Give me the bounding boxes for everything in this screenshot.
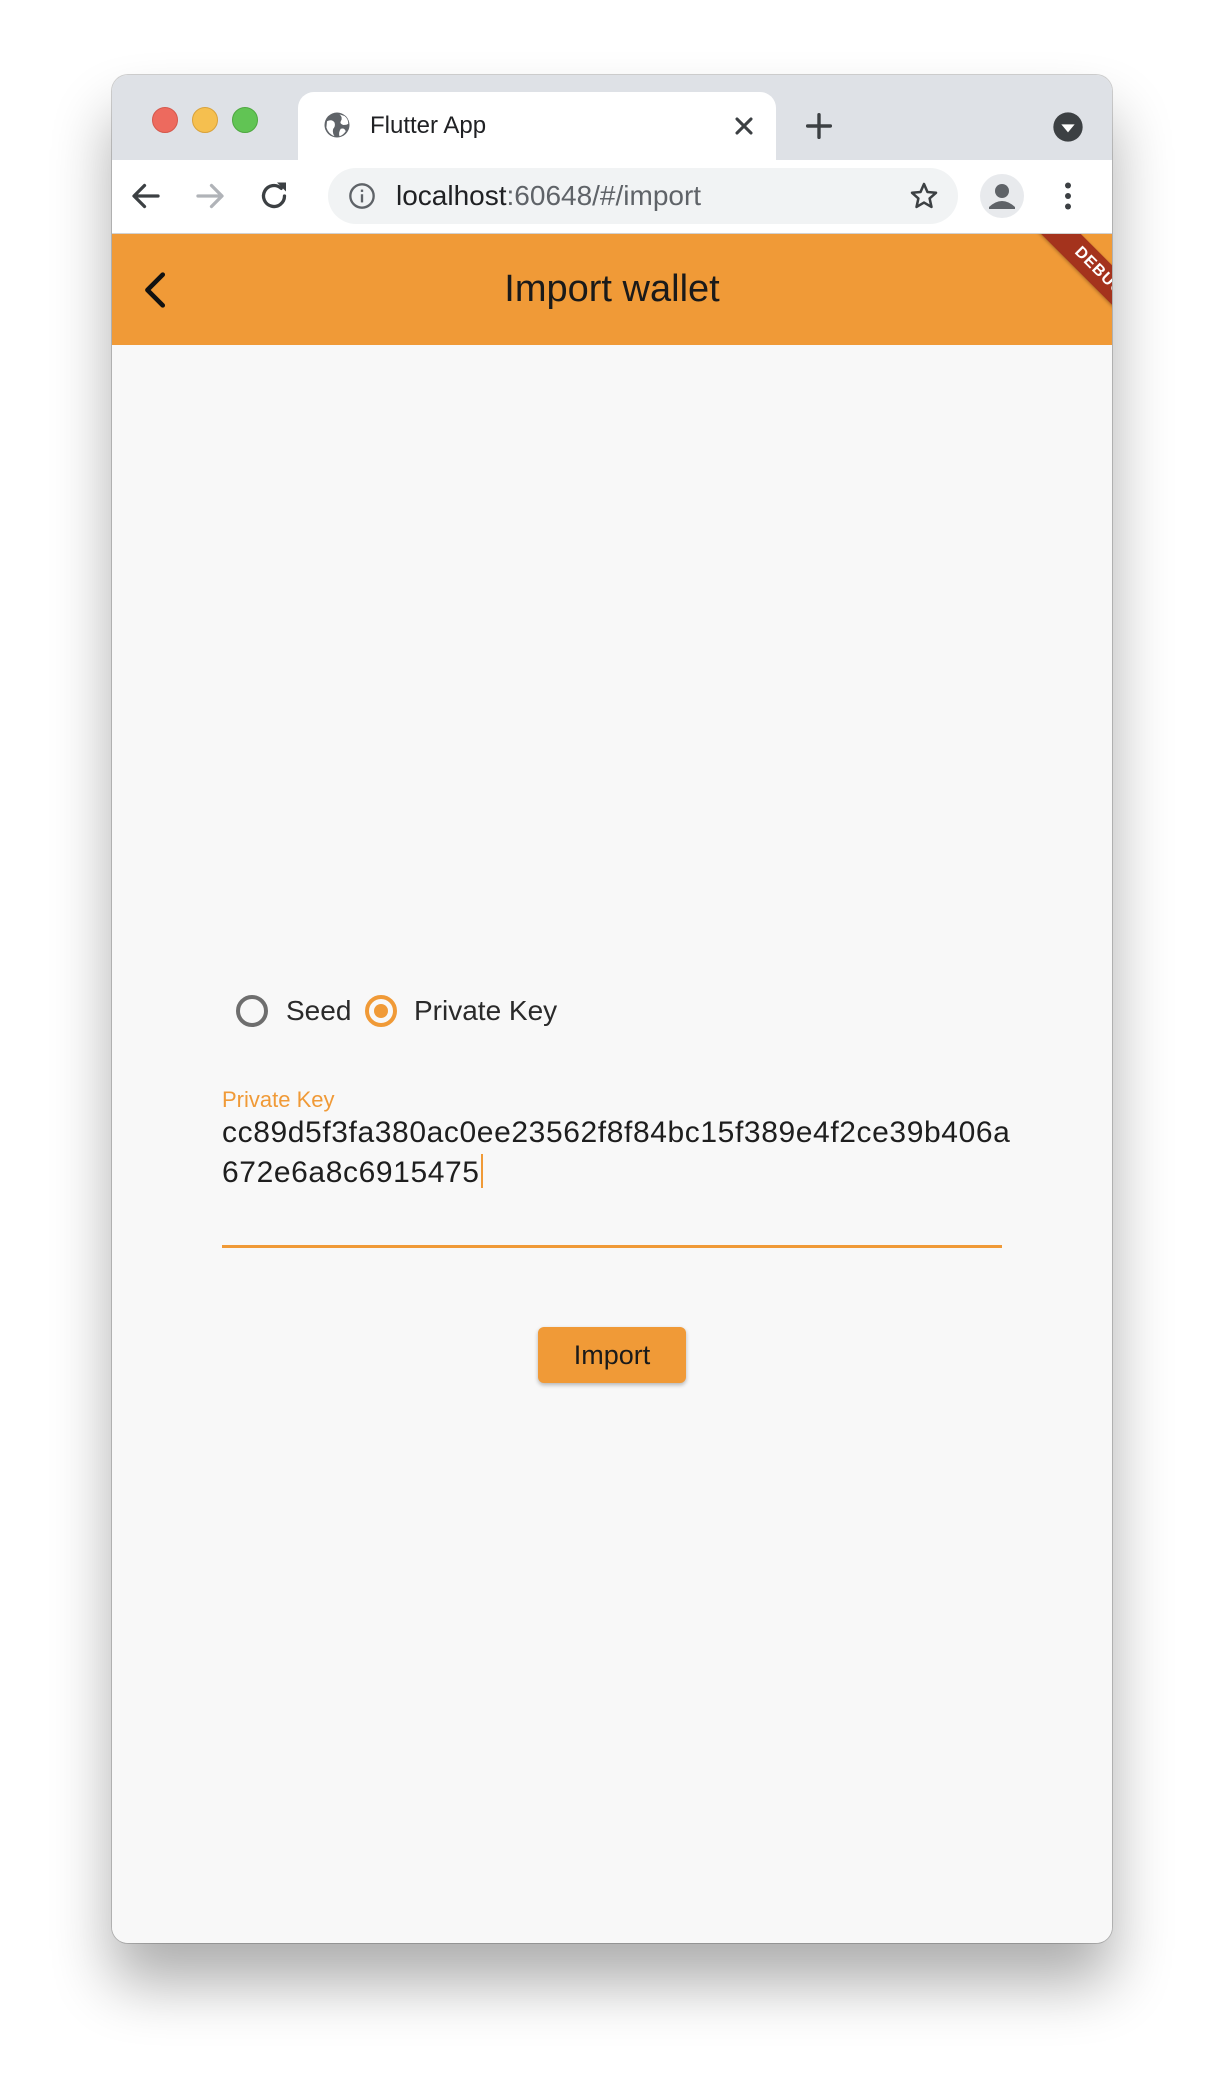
tab-strip: Flutter App xyxy=(112,75,1112,160)
site-info-icon[interactable] xyxy=(348,182,376,210)
private-key-underline xyxy=(222,1245,1002,1248)
reload-icon[interactable] xyxy=(256,178,292,214)
url-host: localhost xyxy=(396,180,507,211)
private-key-value: cc89d5f3fa380ac0ee23562f8f84bc15f389e4f2… xyxy=(222,1116,1011,1189)
private-key-input[interactable]: cc89d5f3fa380ac0ee23562f8f84bc15f389e4f2… xyxy=(222,1113,1012,1193)
url-path: :60648/#/import xyxy=(506,180,702,211)
bookmark-star-icon[interactable] xyxy=(908,180,940,212)
more-menu-icon[interactable] xyxy=(1050,178,1086,214)
private-key-radio[interactable] xyxy=(365,995,397,1027)
address-bar[interactable]: localhost:60648/#/import xyxy=(328,168,958,224)
close-tab-icon[interactable] xyxy=(730,112,758,140)
private-key-radio-label: Private Key xyxy=(414,995,558,1026)
profile-avatar[interactable] xyxy=(980,174,1024,218)
new-tab-icon[interactable] xyxy=(802,109,836,143)
close-window-button[interactable] xyxy=(152,107,178,133)
url-text: localhost:60648/#/import xyxy=(396,180,701,212)
globe-icon xyxy=(324,112,350,138)
app-bar: Import wallet DEBUG xyxy=(112,234,1112,345)
page-title: Import wallet xyxy=(504,268,720,310)
minimize-window-button[interactable] xyxy=(192,107,218,133)
browser-toolbar: localhost:60648/#/import xyxy=(112,160,1112,234)
tab-search-icon[interactable] xyxy=(1052,111,1084,143)
forward-arrow-icon[interactable] xyxy=(192,178,228,214)
text-caret xyxy=(480,1154,483,1188)
maximize-window-button[interactable] xyxy=(232,107,258,133)
import-content: Seed Private Key Private Key cc89d5f3fa3… xyxy=(112,345,1112,1943)
import-button[interactable]: Import xyxy=(538,1327,686,1383)
seed-radio[interactable] xyxy=(236,995,268,1027)
profile-person-icon xyxy=(989,184,1015,209)
seed-radio-label: Seed xyxy=(286,995,352,1026)
back-arrow-icon[interactable] xyxy=(128,178,164,214)
browser-tab[interactable]: Flutter App xyxy=(298,92,776,160)
private-key-field-label: Private Key xyxy=(222,1087,335,1112)
browser-window: Flutter App localhost:60648/#/import Imp… xyxy=(112,75,1112,1943)
tab-title: Flutter App xyxy=(370,112,487,139)
